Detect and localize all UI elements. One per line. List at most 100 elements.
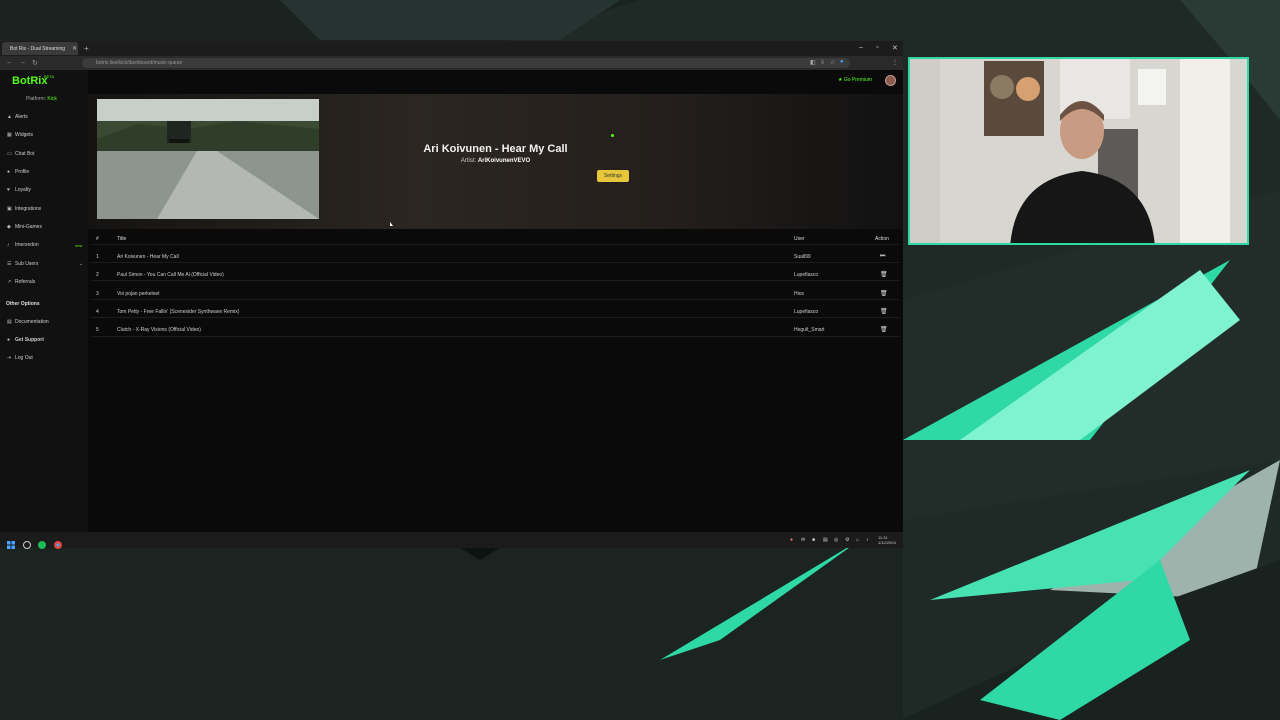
row-title: Ari Koivunen - Hear My Call <box>117 254 179 260</box>
tray-app-icon[interactable]: ● <box>790 537 793 543</box>
row-num: 1 <box>96 254 99 260</box>
tray-mail-icon[interactable]: ✉ <box>801 537 805 543</box>
obs-icon[interactable] <box>23 536 31 549</box>
clock-date: 1/12/2024 <box>878 540 896 545</box>
tray-app-icon[interactable]: ■ <box>812 537 815 543</box>
extension-icon[interactable]: ◧ <box>810 59 816 66</box>
minimize-icon[interactable]: – <box>859 44 863 51</box>
sidebar-item-chat-bot[interactable]: ▭ Chat Bot <box>7 151 34 157</box>
reload-icon[interactable]: ↻ <box>32 59 38 67</box>
webcam-overlay <box>908 57 1249 245</box>
windows-start-icon[interactable] <box>7 536 15 549</box>
trash-icon[interactable]: 🗑 <box>880 326 888 333</box>
mouse-cursor <box>390 222 393 226</box>
trash-icon[interactable]: 🗑 <box>880 308 888 315</box>
chat-icon: ▭ <box>7 151 12 157</box>
sidebar-item-integrations[interactable]: ▣ Integrations <box>7 206 41 212</box>
divider <box>91 262 899 263</box>
col-header-user: User <box>794 236 805 242</box>
volume-icon[interactable]: ♪ <box>866 537 869 543</box>
close-tab-icon[interactable]: ✕ <box>72 45 77 52</box>
botrix-logo[interactable]: BotRix <box>12 75 47 87</box>
now-playing-artist: Artist: AriKoivunenVEVO <box>88 158 903 164</box>
row-num: 3 <box>96 291 99 297</box>
sidebar-item-label: Mini-Games <box>15 224 42 230</box>
taskbar: ● ✉ ■ ▤ ◎ ⚙ ⌂ ♪ 11:31 1/12/2024 <box>0 532 903 549</box>
sidebar-item-loyalty[interactable]: ♥ Loyalty <box>7 187 31 193</box>
sidebar-item-label: Get Support <box>15 337 44 343</box>
artist-label: Artist: <box>460 158 477 164</box>
tray-app-icon[interactable]: ⚙ <box>845 537 849 543</box>
bell-icon: ▲ <box>7 114 12 120</box>
row-num: 5 <box>96 327 99 333</box>
new-badge: new <box>75 243 83 248</box>
sidebar-item-label: Chat Bot <box>15 151 35 157</box>
heart-icon: ♥ <box>7 187 10 193</box>
taskbar-clock[interactable]: 11:31 1/12/2024 <box>878 535 896 545</box>
close-window-icon[interactable]: ✕ <box>892 44 898 52</box>
sidebar-item-label: Alerts <box>15 114 28 120</box>
music-icon: ♪ <box>7 242 10 248</box>
trash-icon[interactable]: 🗑 <box>880 290 888 297</box>
url-field[interactable]: botrix.live/kick/dashboard/music-queue <box>82 58 850 68</box>
platform-indicator: Platform: Kick <box>26 96 57 102</box>
back-icon[interactable]: ← <box>6 59 13 66</box>
sidebar-item-label: Profile <box>15 169 30 175</box>
sidebar-item-log-out[interactable]: ⇥ Log Out <box>7 355 33 361</box>
sidebar-item-documentation[interactable]: ▤ Documentation <box>7 319 49 325</box>
support-icon: ● <box>7 337 11 343</box>
sidebar-item-referrals[interactable]: ↗ Referrals <box>7 279 35 285</box>
row-num: 2 <box>96 272 99 278</box>
now-playing-title: Ari Koivunen - Hear My Call <box>423 143 568 155</box>
sidebar-item-profile[interactable]: ● Profile <box>7 169 29 175</box>
sidebar-item-imerzedon[interactable]: ♪ Imerzedon <box>7 242 39 248</box>
chevron-down-icon[interactable]: ⌄ <box>79 261 83 267</box>
maximize-icon[interactable]: ▫ <box>876 44 878 51</box>
live-dot <box>611 134 614 137</box>
network-icon[interactable]: ⌂ <box>856 537 859 543</box>
go-premium-button[interactable]: ★ Go Premium <box>838 77 872 83</box>
artist-name: AriKoivunenVEVO <box>477 158 531 164</box>
logout-icon: ⇥ <box>7 355 12 361</box>
avatar[interactable] <box>885 75 896 86</box>
profile-icon[interactable]: ● <box>840 59 844 65</box>
doc-icon: ▤ <box>7 319 12 325</box>
chrome-icon[interactable] <box>54 536 62 549</box>
bookmark-icon[interactable]: ☆ <box>830 59 835 66</box>
gamepad-icon: ◆ <box>7 224 11 230</box>
col-header-num: # <box>96 236 99 242</box>
forward-icon[interactable]: → <box>19 59 26 66</box>
sidebar-item-widgets[interactable]: ▦ Widgets <box>7 132 33 138</box>
sidebar-item-label: Imerzedon <box>15 242 39 248</box>
sidebar-item-sub-users[interactable]: ☰ Sub Users <box>7 261 38 267</box>
row-title: Tom Petty - Free Fallin' (Scenesider Syn… <box>117 309 240 315</box>
tab-bar: Bot Rix - Dual Streaming ✕ + – ▫ ✕ <box>0 41 903 56</box>
spotify-icon[interactable] <box>38 536 46 549</box>
divider <box>91 336 899 337</box>
new-tab-icon[interactable]: + <box>84 44 89 53</box>
row-title: Voi pojan perkeleet <box>117 291 160 297</box>
sidebar-item-get-support[interactable]: ● Get Support <box>7 337 44 343</box>
sidebar-item-alerts[interactable]: ▲ Alerts <box>7 114 28 120</box>
tray-app-icon[interactable]: ◎ <box>834 537 838 543</box>
row-user: Hegult_Smart <box>794 327 825 333</box>
settings-button[interactable]: Settings <box>597 170 629 182</box>
sidebar-item-mini-games[interactable]: ◆ Mini-Games <box>7 224 42 230</box>
tray-app-icon[interactable]: ▤ <box>823 537 828 543</box>
platform-value: Kick <box>47 96 57 102</box>
row-title: Paul Simon - You Can Call Me Al (Officia… <box>117 272 224 278</box>
users-icon: ☰ <box>7 261 12 267</box>
now-playing-banner: Ari Koivunen - Hear My Call Artist: AriK… <box>88 94 903 229</box>
row-title: Clutch - X-Ray Visions (Official Video) <box>117 327 201 333</box>
beta-badge: BETA <box>44 74 55 79</box>
botrix-app: BotRix BETA Platform: Kick ▲ Alerts ▦ Widg… <box>0 70 903 532</box>
browser-tab[interactable]: Bot Rix - Dual Streaming ✕ <box>2 42 78 55</box>
premium-label: Go Premium <box>843 77 872 83</box>
sidebar-item-label: Log Out <box>15 355 33 361</box>
download-icon[interactable]: ⇩ <box>820 59 825 66</box>
skip-icon[interactable]: ⏭ <box>880 253 885 260</box>
menu-icon[interactable]: ⋮ <box>892 59 898 66</box>
link-icon: ↗ <box>7 279 12 285</box>
trash-icon[interactable]: 🗑 <box>880 271 888 278</box>
row-user: Lupefiasco <box>794 272 819 278</box>
